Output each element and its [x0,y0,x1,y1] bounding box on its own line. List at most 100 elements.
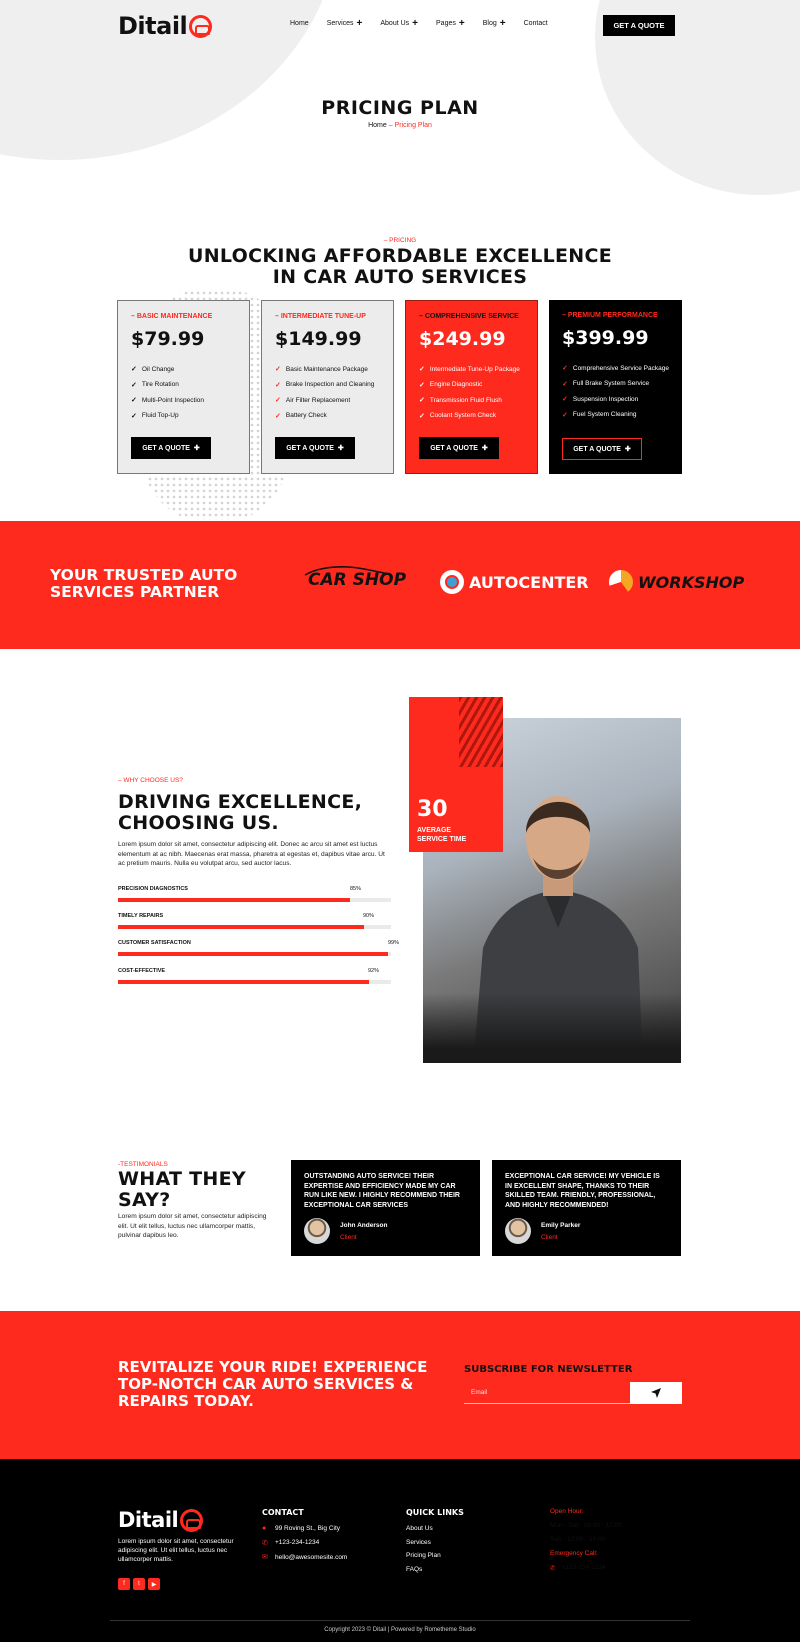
cta-heading: REVITALIZE YOUR RIDE! EXPERIENCE TOP-NOT… [118,1358,428,1410]
avatar [505,1218,531,1244]
phone-icon: ✆ [550,1565,556,1572]
skill-fill [118,925,364,929]
plan-feature: ✓ Full Brake System Service [562,380,669,388]
testimonials-heading: WHAT THEY SAY? [118,1169,246,1211]
workshop-gear-icon [609,570,633,594]
site-logo[interactable]: Ditail [118,12,213,40]
newsletter-submit-button[interactable] [630,1382,682,1404]
avatar [304,1218,330,1244]
footer-logo[interactable]: Ditail [118,1508,204,1532]
plus-icon: ✚ [624,446,631,453]
stat-number: 30 [417,797,448,822]
envelope-icon: ✉ [262,1554,268,1561]
get-quote-button[interactable]: GET A QUOTE ✚ [131,437,211,459]
nav-item-blog[interactable]: Blog + [483,19,506,29]
check-icon: ✓ [419,397,425,404]
feature-text: Battery Check [285,412,327,419]
pricing-card-premium: – PREMIUM PERFORMANCE $399.99 ✓ Comprehen… [549,300,682,474]
twitter-icon[interactable]: t [133,1578,145,1590]
get-quote-button[interactable]: GET A QUOTE ✚ [275,437,355,459]
logo-text: Ditail [118,1508,179,1532]
map-pin-icon: ● [262,1525,267,1532]
plan-tier: – PREMIUM PERFORMANCE [562,312,658,319]
skill-track [118,952,391,956]
feature-text: Oil Change [141,365,175,373]
plan-price: $149.99 [275,328,362,350]
check-icon: ✓ [275,412,281,420]
get-quote-button[interactable]: GET A QUOTE ✚ [419,437,499,459]
page-title: PRICING PLAN [321,97,479,119]
feature-text: Fuel System Cleaning [572,411,637,418]
breadcrumb-home[interactable]: Home [368,122,387,129]
check-icon: ✓ [562,365,568,372]
plus-icon: + [458,18,465,29]
plan-feature: ✓ Battery Check [275,412,380,420]
button-label: GET A QUOTE [286,444,334,452]
plan-feature: ✓ Multi-Point Inspection [131,396,236,405]
check-icon: ✓ [562,411,568,419]
header-get-quote-button[interactable]: GET A QUOTE [603,15,675,36]
check-icon: ✓ [562,380,568,388]
nav-item-pages[interactable]: Pages + [436,18,465,29]
plan-price: $399.99 [562,327,649,349]
pricing-heading-line2: IN CAR AUTO SERVICES [272,266,528,288]
get-quote-button[interactable]: GET A QUOTE ✚ [562,438,642,460]
author-info: Emily Parker Client [541,1222,580,1241]
newsletter-heading: SUBSCRIBE FOR NEWSLETTER [464,1364,633,1375]
plan-feature: ✓ Air Filter Replacement [275,396,380,405]
feature-text: Transmission Fluid Flush [429,396,502,404]
testimonial-author: Emily Parker Client [505,1218,580,1244]
check-icon: ✓ [131,397,137,404]
plan-features: ✓ Comprehensive Service Package ✓ Full Bra… [562,364,669,419]
stat-label-line2: SERVICE TIME [417,836,467,843]
car-logo-icon [180,1508,204,1532]
skill-label: CUSTOMER SATISFACTION [118,940,191,946]
skill-percent: 85% [350,886,362,892]
facebook-icon[interactable]: f [118,1578,130,1590]
nav-item-home[interactable]: Home [290,20,309,27]
plan-tier: – COMPREHENSIVE SERVICE [419,313,519,320]
pricing-heading: UNLOCKING AFFORDABLE EXCELLENCE IN CAR A… [0,246,800,288]
paper-plane-icon [651,1388,661,1398]
footer-link[interactable]: Services [406,1539,441,1546]
nav-item-services[interactable]: Services + [327,19,363,29]
skill-track [118,980,391,984]
footer-link[interactable]: Pricing Plan [406,1552,441,1559]
footer-link[interactable]: About Us [406,1525,441,1532]
footer-contact-heading: CONTACT [262,1508,304,1517]
autocenter-badge-icon [440,570,464,594]
nav-item-about[interactable]: About Us + [380,19,418,29]
newsletter-email-input[interactable] [464,1382,630,1404]
skill-percent: 99% [388,940,400,946]
feature-text: Full Brake System Service [572,380,650,387]
youtube-icon[interactable]: ▶ [148,1578,160,1590]
testimonial-card: OUTSTANDING AUTO SERVICE! THEIR EXPERTIS… [291,1160,480,1256]
sunday-hours: Sun : 10:00 - 16:00 [550,1536,606,1543]
skill-bar: CUSTOMER SATISFACTION 99% [118,940,399,960]
emergency-phone[interactable]: ✆ +123-234-1234 [550,1564,622,1572]
plan-feature: ✓ Fuel System Cleaning [562,411,669,419]
contact-phone[interactable]: ✆ +123-234-1234 [262,1539,347,1547]
plan-features: ✓ Oil Change ✓ Tire Rotation ✓ Multi-Point … [131,365,236,420]
check-icon: ✓ [275,381,281,389]
plan-feature: ✓ Comprehensive Service Package [562,364,669,373]
plus-icon: ✚ [337,445,344,452]
pricing-heading-line1: UNLOCKING AFFORDABLE EXCELLENCE [187,245,613,267]
contact-email[interactable]: ✉ hello@awesomesite.com [262,1553,348,1562]
check-icon: ✓ [562,396,568,403]
feature-text: Fluid Top-Up [141,412,179,419]
skill-fill [118,952,389,956]
testimonials-heading-line2: SAY? [118,1189,171,1211]
contact-address: ● 99 Roving St., Big City [262,1525,347,1532]
nav-item-contact[interactable]: Contact [524,20,548,27]
skill-fill [118,980,370,984]
plan-tier: – INTERMEDIATE TUNE-UP [275,313,366,320]
contact-text: hello@awesomesite.com [275,1553,348,1561]
footer-link[interactable]: FAQs [406,1566,441,1573]
engine-shadow [423,993,681,1063]
check-icon: ✓ [419,366,425,373]
plan-features: ✓ Intermediate Tune-Up Package ✓ Engine Di… [419,365,524,420]
author-role: Client [541,1233,558,1241]
plan-feature: ✓ Basic Maintenance Package [275,365,380,374]
plan-feature: ✓ Transmission Fluid Flush [419,396,524,405]
